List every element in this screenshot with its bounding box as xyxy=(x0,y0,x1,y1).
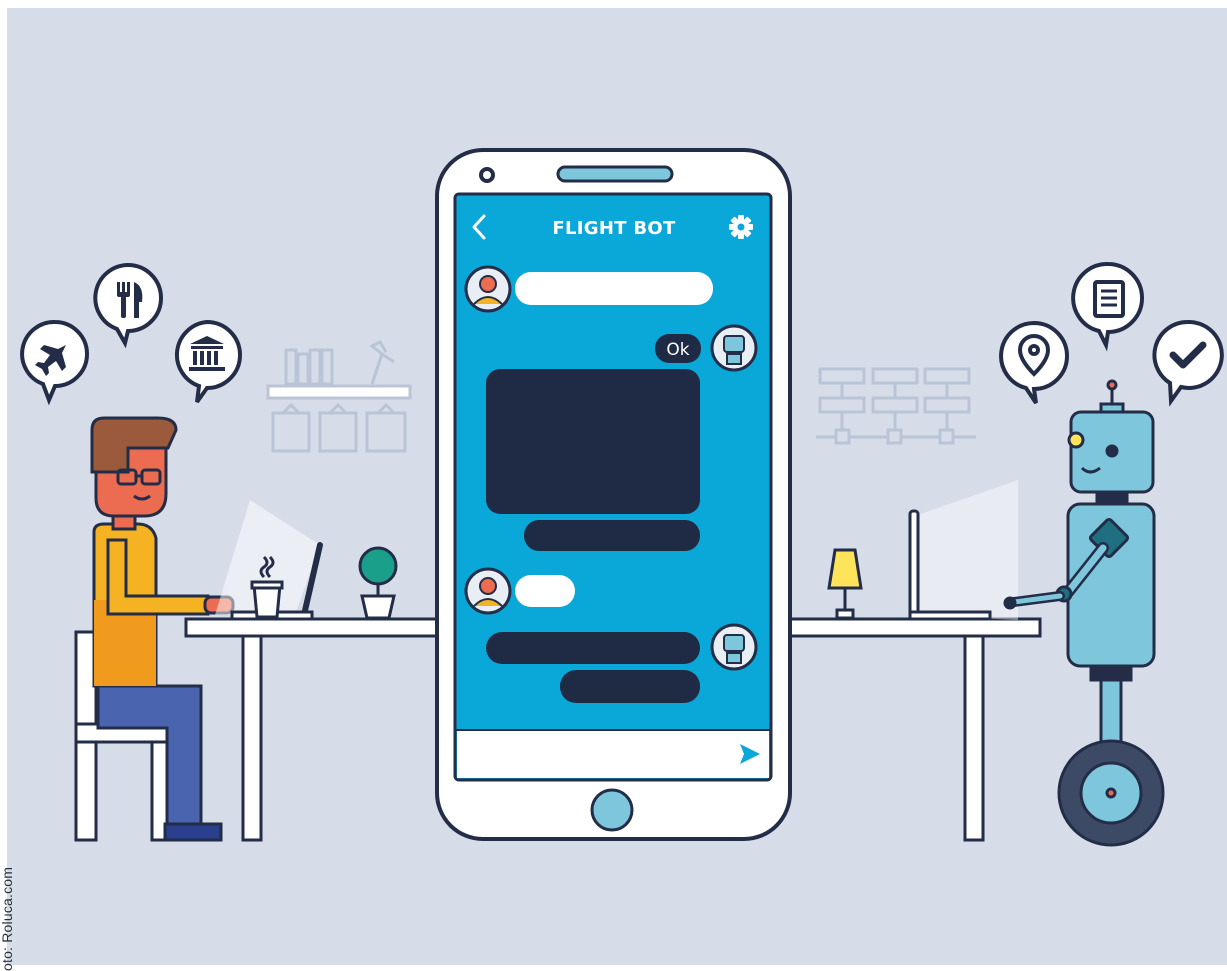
home-button[interactable] xyxy=(590,788,634,832)
document-icon xyxy=(1093,280,1125,318)
gear-icon[interactable] xyxy=(729,215,753,239)
photo-credit: oto: Roluca.com xyxy=(0,866,15,971)
chatbot-illustration: FLIGHT BOT Ok xyxy=(7,8,1227,965)
app-title: FLIGHT BOT xyxy=(552,218,676,239)
message-input-bar[interactable] xyxy=(457,730,769,778)
avatar-bot-1 xyxy=(710,324,758,372)
avatar-user-2 xyxy=(464,567,512,615)
chat-bubble-bot-1 xyxy=(524,520,700,551)
chat-bubble-bot-3 xyxy=(560,670,700,703)
chat-bubble-user-2 xyxy=(515,575,575,607)
chat-bubble-user-1 xyxy=(515,272,713,305)
avatar-bot-2 xyxy=(710,623,758,671)
chat-bubble-bot-2 xyxy=(486,632,700,664)
speaker-grille xyxy=(556,165,674,183)
avatar-user-1 xyxy=(464,265,512,313)
front-camera xyxy=(479,167,495,183)
quick-reply-label: Ok xyxy=(666,340,689,360)
chat-card-bot xyxy=(486,369,700,514)
quick-reply-ok[interactable]: Ok xyxy=(655,334,701,363)
